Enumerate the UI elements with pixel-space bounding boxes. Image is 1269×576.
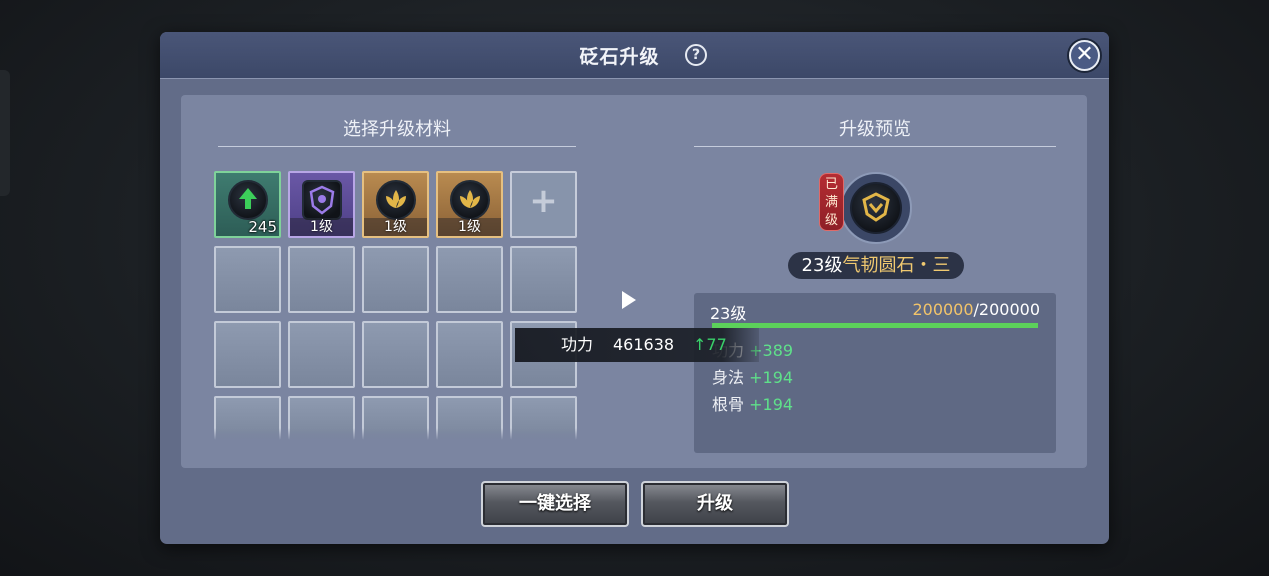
exp-bar-fill <box>712 323 1038 328</box>
material-level: 1级 <box>364 218 427 236</box>
material-count: 245 <box>248 218 277 236</box>
material-slot-3[interactable]: 1级 <box>362 171 429 238</box>
materials-title: 选择升级材料 <box>343 119 451 140</box>
add-material-slot[interactable]: + <box>510 171 577 238</box>
green-arrow-gem-icon <box>228 180 268 220</box>
close-icon[interactable]: ✕ <box>1069 40 1100 71</box>
material-slot-4[interactable]: 1级 <box>436 171 503 238</box>
stats-panel: 23级 200000/200000 功力 +389 身法 +194 根骨 +19… <box>694 293 1056 453</box>
dialog-title: 砭石升级 <box>579 46 660 68</box>
preview-divider <box>694 146 1056 147</box>
upgrade-dialog: 砭石升级 ? ✕ 选择升级材料 245 1级 1级 1级 + 升级预览 已 满 … <box>160 32 1109 544</box>
preview-gem-frame <box>840 172 912 244</box>
gem-name: 气韧圆石・三 <box>842 255 951 276</box>
empty-slot[interactable] <box>510 246 577 313</box>
empty-slot[interactable] <box>214 321 281 388</box>
title-bar: 砭石升级 ? ✕ <box>160 32 1109 79</box>
arrow-right-icon <box>622 291 636 309</box>
tooltip-key: 功力 <box>561 335 594 354</box>
exp-current: 200000 <box>912 300 974 319</box>
max-level-tag: 已满级 <box>819 173 844 231</box>
empty-slot[interactable] <box>288 246 355 313</box>
empty-slot[interactable] <box>288 321 355 388</box>
preview-title: 升级预览 <box>839 119 911 140</box>
gem-level: 23级 <box>801 255 843 276</box>
material-slot-1[interactable]: 245 <box>214 171 281 238</box>
stat-row: 根骨 +194 <box>712 391 793 415</box>
gem-name-label: 23级气韧圆石・三 <box>788 252 964 279</box>
empty-slot[interactable] <box>214 246 281 313</box>
gold-lotus-gem-icon <box>450 180 490 220</box>
purple-shield-gem-icon <box>302 180 342 220</box>
auto-select-button[interactable]: 一键选择 <box>481 481 629 527</box>
stat-level-label: 23级 <box>710 304 747 323</box>
stat-name: 根骨 <box>712 395 745 414</box>
tooltip-increase: ↑77 <box>693 328 727 362</box>
exp-max: /200000 <box>973 300 1040 319</box>
exp-value: 200000/200000 <box>912 300 1040 319</box>
empty-slot[interactable] <box>362 246 429 313</box>
stat-row: 身法 +194 <box>712 364 793 388</box>
gold-lotus-gem-icon <box>376 180 416 220</box>
help-icon[interactable]: ? <box>685 44 707 66</box>
empty-slot[interactable] <box>436 246 503 313</box>
material-level: 1级 <box>290 218 353 236</box>
tooltip-increase-value: 77 <box>706 335 727 354</box>
tooltip-value: 461638 <box>613 335 675 354</box>
upgrade-button[interactable]: 升级 <box>641 481 789 527</box>
content-panel: 选择升级材料 245 1级 1级 1级 + 升级预览 已 满 级 23级气韧圆石… <box>181 95 1087 468</box>
power-tooltip: 功力 461638 ↑77 <box>515 328 759 362</box>
scroll-fade <box>211 428 581 440</box>
stat-value: +194 <box>749 395 794 414</box>
plus-icon: + <box>529 181 558 221</box>
arrow-up-icon: ↑ <box>693 335 707 354</box>
material-slot-2[interactable]: 1级 <box>288 171 355 238</box>
materials-divider <box>218 146 576 147</box>
empty-slot[interactable] <box>362 321 429 388</box>
stat-value: +194 <box>749 368 794 387</box>
exp-bar <box>712 323 1038 328</box>
stat-name: 身法 <box>712 368 745 387</box>
empty-slot[interactable] <box>436 321 503 388</box>
gold-crown-gem-icon <box>850 182 902 234</box>
background-side-tab <box>0 70 10 196</box>
material-level: 1级 <box>438 218 501 236</box>
